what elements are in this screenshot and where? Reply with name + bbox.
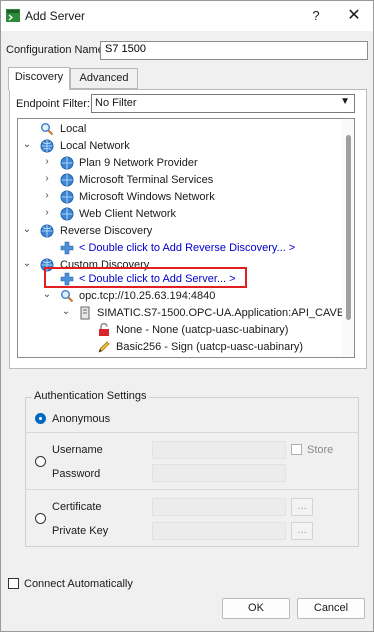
server-icon (80, 306, 90, 320)
tree-label: opc.tcp://10.25.63.194:4840 (79, 290, 216, 302)
cancel-button[interactable]: Cancel (297, 598, 365, 619)
close-button[interactable]: ✕ (339, 4, 369, 28)
network-globe-icon (60, 207, 74, 221)
network-globe-icon (40, 224, 54, 238)
tree-label: None - None (uatcp-uasc-uabinary) (116, 324, 289, 336)
pencil-icon (98, 341, 110, 353)
password-input[interactable] (152, 464, 286, 482)
tree-item-local-network[interactable]: ⌄ Local Network (18, 138, 342, 155)
endpoint-filter-value: No Filter (95, 97, 137, 109)
search-icon (61, 290, 74, 303)
network-globe-icon (60, 156, 74, 170)
tree-label: Local Network (60, 140, 130, 152)
help-button[interactable]: ? (301, 4, 331, 28)
connect-automatically-checkbox[interactable] (8, 578, 19, 589)
chevron-down-icon[interactable]: ⌄ (61, 306, 71, 320)
title-bar: Add Server ? ✕ (1, 1, 373, 31)
private-key-input[interactable] (152, 522, 286, 540)
anonymous-label: Anonymous (52, 413, 111, 425)
anonymous-radio[interactable] (35, 413, 46, 424)
divider (25, 432, 359, 433)
authentication-settings-title: Authentication Settings (32, 390, 149, 402)
tree-scrollbar[interactable] (342, 119, 354, 357)
configuration-name-value: S7 1500 (105, 43, 146, 55)
tree-item-security-basic256[interactable]: Basic256 - Sign (uatcp-uasc-uabinary) (18, 339, 342, 356)
connect-automatically-label: Connect Automatically (24, 578, 133, 590)
tree-item-plan9[interactable]: › Plan 9 Network Provider (18, 155, 342, 172)
tree-item-add-reverse-discovery[interactable]: < Double click to Add Reverse Discovery.… (18, 240, 342, 257)
unlocked-icon (99, 323, 109, 336)
tree-label: Microsoft Windows Network (79, 191, 215, 203)
chevron-down-icon: ▼ (340, 96, 350, 107)
store-checkbox[interactable] (291, 444, 302, 455)
configuration-name-input[interactable]: S7 1500 (100, 41, 368, 60)
chevron-down-icon[interactable]: ⌄ (22, 139, 32, 153)
username-label: Username (52, 444, 103, 456)
certificate-radio[interactable] (35, 513, 46, 524)
chevron-down-icon[interactable]: ⌄ (22, 258, 32, 272)
tree-item-windows-network[interactable]: › Microsoft Windows Network (18, 189, 342, 206)
tree-item-reverse-discovery[interactable]: ⌄ Reverse Discovery (18, 223, 342, 240)
tree-label: Plan 9 Network Provider (79, 157, 198, 169)
tree-label: Web Client Network (79, 208, 176, 220)
tree-label: SIMATIC.S7-1500.OPC-UA.Application:API_C… (97, 307, 345, 319)
endpoint-filter-label: Endpoint Filter: (16, 98, 90, 110)
username-input[interactable] (152, 441, 286, 459)
network-globe-icon (60, 173, 74, 187)
certificate-browse-button[interactable]: ... (291, 498, 313, 516)
ok-button[interactable]: OK (222, 598, 290, 619)
highlight-box (44, 267, 247, 288)
tree-item-terminal-services[interactable]: › Microsoft Terminal Services (18, 172, 342, 189)
tree-label: Microsoft Terminal Services (79, 174, 214, 186)
tab-advanced[interactable]: Advanced (70, 68, 138, 89)
add-server-dialog: Add Server ? ✕ Configuration Name S7 150… (0, 0, 374, 632)
private-key-label: Private Key (52, 525, 109, 537)
chevron-right-icon[interactable]: › (42, 190, 52, 204)
network-globe-icon (60, 190, 74, 204)
password-label: Password (52, 468, 101, 480)
certificate-label: Certificate (52, 501, 102, 513)
tree-label: Local (60, 123, 87, 135)
discovery-tree[interactable]: Local ⌄ Local Network › Plan 9 Network P… (17, 118, 355, 358)
certificate-input[interactable] (152, 498, 286, 516)
chevron-right-icon[interactable]: › (42, 173, 52, 187)
tree-item-web-client[interactable]: › Web Client Network (18, 206, 342, 223)
tree-item-opc-url[interactable]: ⌄ opc.tcp://10.25.63.194:4840 (18, 288, 342, 305)
tab-discovery[interactable]: Discovery (8, 67, 70, 90)
divider (25, 489, 359, 490)
tree-item-security-none[interactable]: None - None (uatcp-uasc-uabinary) (18, 322, 342, 339)
tree-label: Basic256 - Sign (uatcp-uasc-uabinary) (116, 341, 304, 353)
chevron-down-icon[interactable]: ⌄ (22, 224, 32, 238)
chevron-right-icon[interactable]: › (42, 156, 52, 170)
chevron-down-icon[interactable]: ⌄ (42, 289, 52, 303)
endpoint-filter-select[interactable]: No Filter ▼ (91, 94, 355, 113)
private-key-browse-button[interactable]: ... (291, 522, 313, 540)
app-icon (6, 9, 20, 22)
plus-icon (60, 241, 74, 255)
tree-item-local[interactable]: Local (18, 121, 342, 138)
tree-label: < Double click to Add Reverse Discovery.… (79, 242, 296, 254)
username-password-radio[interactable] (35, 456, 46, 467)
tree-label: Reverse Discovery (60, 225, 153, 237)
tree-item-simatic[interactable]: ⌄ SIMATIC.S7-1500.OPC-UA.Application:API… (18, 305, 345, 322)
search-icon (41, 123, 54, 136)
window-title: Add Server (25, 9, 86, 23)
chevron-right-icon[interactable]: › (42, 207, 52, 221)
store-label: Store (307, 444, 334, 456)
scrollbar-thumb[interactable] (346, 135, 351, 320)
network-globe-icon (40, 139, 54, 153)
configuration-name-label: Configuration Name (6, 44, 104, 56)
